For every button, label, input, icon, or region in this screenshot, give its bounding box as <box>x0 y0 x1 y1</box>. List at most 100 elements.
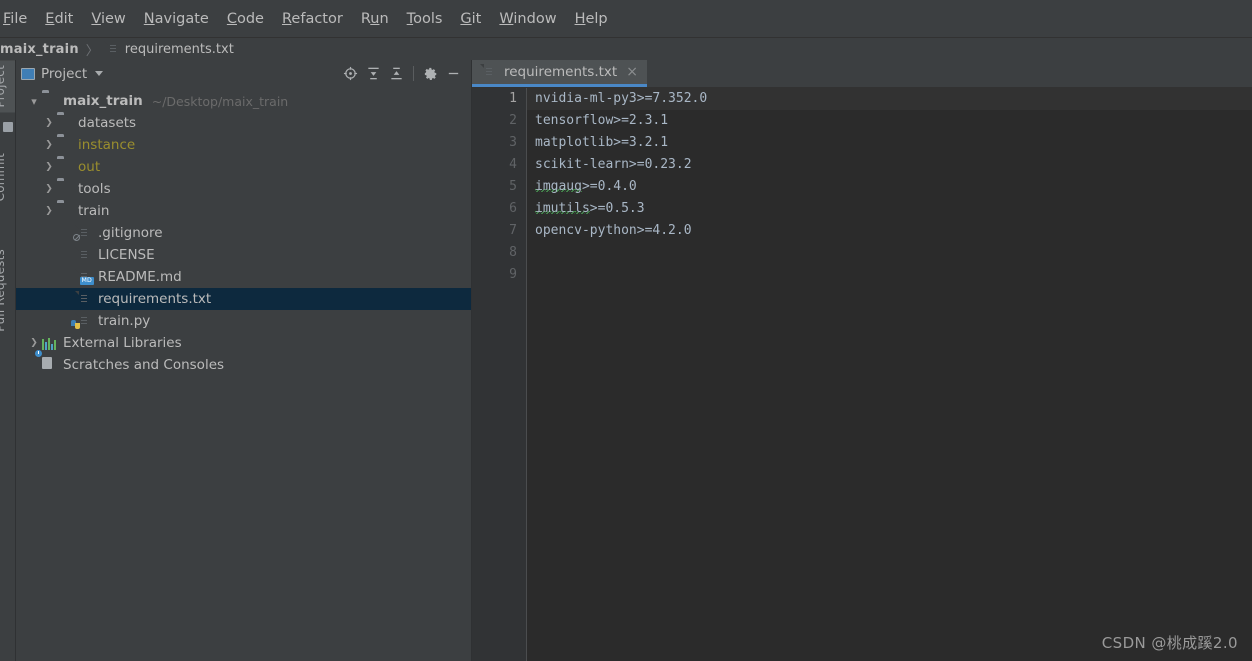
hide-panel-icon[interactable] <box>442 62 465 85</box>
menu-item-view[interactable]: View <box>82 8 134 30</box>
tree-row-datasets[interactable]: datasets <box>16 112 471 134</box>
collapse-all-icon[interactable] <box>385 62 408 85</box>
chevron-down-icon[interactable] <box>26 95 42 108</box>
menu-item-tools[interactable]: Tools <box>398 8 452 30</box>
project-panel-toolbar <box>339 62 465 85</box>
editor-tab-requirements-txt[interactable]: requirements.txt × <box>472 60 647 87</box>
chevron-right-icon[interactable] <box>26 338 42 348</box>
source-folder-icon <box>50 203 73 219</box>
menu-item-code[interactable]: Code <box>218 8 273 30</box>
tool-window-button-pull-requests[interactable]: Pull Requests <box>0 244 15 337</box>
code-line[interactable]: scikit-learn>=0.23.2 <box>527 154 1252 176</box>
code-line-text: >=0.5.3 <box>589 201 645 216</box>
tree-row-license[interactable]: LICENSE <box>16 244 471 266</box>
project-tool-window: Project ▾ maix_train ~/Desktop/maix_trai… <box>16 60 472 661</box>
code-content[interactable]: nvidia-ml-py3>=7.352.0 tensorflow>=2.3.1 m… <box>527 88 1252 661</box>
tree-row-out[interactable]: out <box>16 156 471 178</box>
line-number: 5 <box>509 179 517 194</box>
code-line[interactable]: imutils>=0.5.3 <box>527 198 1252 220</box>
tree-row-gitignore[interactable]: .gitignore <box>16 222 471 244</box>
folder-icon <box>57 137 73 153</box>
spellcheck-underlined-word: imgaug <box>535 179 582 195</box>
main-content: Project Commit Pull Requests Project ▾ m… <box>0 60 1252 661</box>
select-opened-file-icon[interactable] <box>339 62 362 85</box>
line-number: 1 <box>509 91 517 106</box>
editor-tab-bar: requirements.txt × <box>472 60 1252 88</box>
chevron-right-icon[interactable] <box>41 162 57 172</box>
tree-row-train-py[interactable]: train.py <box>16 310 471 332</box>
code-line[interactable]: opencv-python>=4.2.0 <box>527 220 1252 242</box>
project-panel-title: Project <box>41 65 88 82</box>
chevron-right-icon[interactable] <box>41 184 57 194</box>
tree-row-label: .gitignore <box>98 225 163 241</box>
code-line[interactable]: matplotlib>=3.2.1 <box>527 132 1252 154</box>
tree-row-label: instance <box>78 137 136 153</box>
tool-window-button-commit[interactable]: Commit <box>0 148 15 206</box>
tree-row-label: tools <box>78 181 111 197</box>
tree-row-requirements-txt[interactable]: requirements.txt <box>16 288 471 310</box>
code-line[interactable]: imgaug>=0.4.0 <box>527 176 1252 198</box>
tree-row-external-libraries[interactable]: External Libraries <box>16 332 471 354</box>
breadcrumb-separator-icon: 〉 <box>85 43 99 59</box>
line-number: 7 <box>509 223 517 238</box>
tool-window-button-project[interactable]: Project <box>0 60 15 113</box>
line-number: 8 <box>509 245 517 260</box>
code-line[interactable] <box>527 264 1252 286</box>
chevron-right-icon[interactable] <box>41 206 57 216</box>
tree-row-label: Scratches and Consoles <box>63 357 225 373</box>
chevron-right-icon[interactable] <box>41 118 57 128</box>
tree-row-label: train <box>78 203 110 219</box>
tree-row-tools[interactable]: tools <box>16 178 471 200</box>
tree-row-readme-md[interactable]: MD README.md <box>16 266 471 288</box>
line-number: 9 <box>509 267 517 282</box>
menu-item-refactor[interactable]: Refactor <box>273 8 352 30</box>
code-line[interactable]: nvidia-ml-py3>=7.352.0 <box>527 88 1252 110</box>
breadcrumb-root[interactable]: maix_train <box>0 42 79 57</box>
settings-gear-icon[interactable] <box>419 62 442 85</box>
code-line[interactable]: tensorflow>=2.3.1 <box>527 110 1252 132</box>
menu-item-file[interactable]: File <box>0 8 36 30</box>
tree-row-scratches-and-consoles[interactable]: Scratches and Consoles <box>16 349 471 376</box>
toolbar-separator <box>413 66 414 81</box>
close-icon[interactable]: × <box>626 65 638 79</box>
breadcrumb-file[interactable]: requirements.txt <box>125 42 234 57</box>
watermark: CSDN @桃成蹊2.0 <box>1101 634 1238 652</box>
project-view-selector[interactable]: Project <box>21 65 104 82</box>
code-viewport: 1 2 3 4 5 6 7 8 9 nvidia-ml-py3>=7.352.0 tensorfl… <box>472 88 1252 661</box>
tree-row-instance[interactable]: instance <box>16 134 471 156</box>
project-file-tree[interactable]: maix_train ~/Desktop/maix_train datasets in… <box>16 87 471 661</box>
line-number: 6 <box>509 201 517 216</box>
menu-item-window[interactable]: Window <box>490 8 565 30</box>
tool-window-pull-requests-label: Pull Requests <box>0 249 7 332</box>
code-line[interactable] <box>527 242 1252 264</box>
folder-icon <box>57 181 73 197</box>
chevron-down-icon[interactable] <box>95 71 104 76</box>
menu-item-git[interactable]: Git <box>451 8 490 30</box>
line-number-gutter: 1 2 3 4 5 6 7 8 9 <box>472 88 527 661</box>
spellcheck-underlined-word: imutils <box>535 201 590 217</box>
tree-row-path: ~/Desktop/maix_train <box>151 93 289 109</box>
tree-row-label: maix_train <box>63 93 143 109</box>
project-window-icon <box>21 67 35 80</box>
tree-row-train[interactable]: train <box>16 200 471 222</box>
project-strip-indicator <box>3 122 13 132</box>
line-number: 4 <box>509 157 517 172</box>
tree-row-label: External Libraries <box>63 335 182 351</box>
python-file-icon <box>71 313 93 329</box>
text-file-icon <box>77 291 93 307</box>
chevron-right-icon[interactable] <box>41 140 57 150</box>
tree-row-maix-train[interactable]: maix_train ~/Desktop/maix_train <box>16 90 471 112</box>
editor-area: requirements.txt × 1 2 3 4 5 6 7 8 9 nvidia-ml-p… <box>472 60 1252 661</box>
menu-item-navigate[interactable]: Navigate <box>135 8 218 30</box>
gitignore-file-icon <box>73 225 93 241</box>
folder-icon <box>42 93 58 109</box>
tree-row-label: README.md <box>98 269 182 285</box>
left-tool-strip: Project Commit Pull Requests <box>0 60 16 661</box>
tree-row-label: requirements.txt <box>98 291 212 307</box>
expand-all-icon[interactable] <box>362 62 385 85</box>
tree-row-label: train.py <box>98 313 151 329</box>
menu-item-run[interactable]: Run <box>352 8 398 30</box>
menu-item-help[interactable]: Help <box>566 8 617 30</box>
menu-item-edit[interactable]: Edit <box>36 8 82 30</box>
line-number: 2 <box>509 113 517 128</box>
